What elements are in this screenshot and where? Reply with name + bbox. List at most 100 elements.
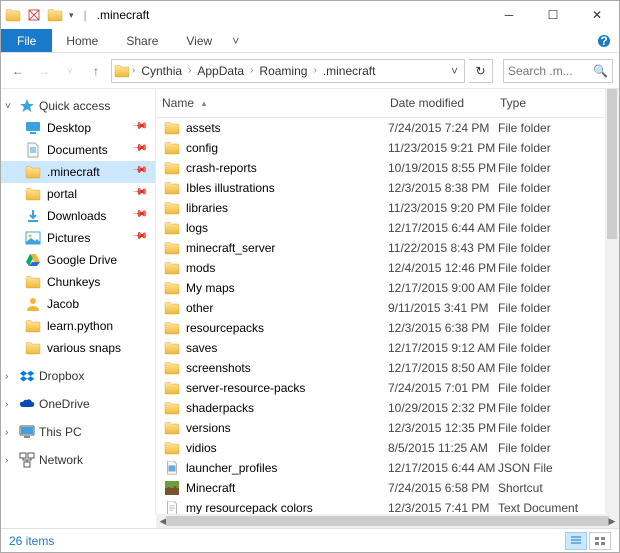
nav-item[interactable]: Chunkeys bbox=[1, 271, 155, 293]
breadcrumb-sep-icon[interactable]: › bbox=[250, 65, 253, 76]
nav-item[interactable]: Downloads📌 bbox=[1, 205, 155, 227]
nav-label: OneDrive bbox=[39, 397, 90, 411]
nav-section[interactable]: ›Dropbox bbox=[1, 365, 155, 387]
nav-item[interactable]: learn.python bbox=[1, 315, 155, 337]
file-row[interactable]: crash-reports10/19/2015 8:55 PMFile fold… bbox=[156, 158, 605, 178]
breadcrumb-item[interactable]: Cynthia bbox=[137, 62, 186, 80]
nav-section[interactable]: ›OneDrive bbox=[1, 393, 155, 415]
file-row[interactable]: assets7/24/2015 7:24 PMFile folder bbox=[156, 118, 605, 138]
file-date: 12/17/2015 9:00 AM bbox=[388, 281, 498, 295]
close-button[interactable]: ✕ bbox=[575, 1, 619, 29]
nav-item-label: learn.python bbox=[47, 319, 151, 333]
search-input[interactable] bbox=[508, 64, 593, 78]
file-type: File folder bbox=[498, 201, 551, 215]
tab-share[interactable]: Share bbox=[112, 29, 172, 52]
maximize-button[interactable]: ☐ bbox=[531, 1, 575, 29]
nav-item[interactable]: Documents📌 bbox=[1, 139, 155, 161]
pin-icon: 📌 bbox=[131, 206, 152, 227]
file-row[interactable]: mods12/4/2015 12:46 PMFile folder bbox=[156, 258, 605, 278]
scroll-right-icon[interactable]: ▶ bbox=[605, 514, 619, 528]
nav-quick-access[interactable]: ˅Quick access bbox=[1, 95, 155, 117]
file-date: 11/23/2015 9:21 PM bbox=[388, 141, 498, 155]
file-row[interactable]: logs12/17/2015 6:44 AMFile folder bbox=[156, 218, 605, 238]
breadcrumb-sep-icon[interactable]: › bbox=[132, 65, 135, 76]
refresh-button[interactable]: ↻ bbox=[469, 59, 493, 83]
column-type[interactable]: Type bbox=[494, 93, 605, 113]
file-row[interactable]: My maps12/17/2015 9:00 AMFile folder bbox=[156, 278, 605, 298]
view-details-button[interactable] bbox=[565, 532, 587, 550]
view-large-button[interactable] bbox=[589, 532, 611, 550]
column-name[interactable]: Name▲ bbox=[156, 93, 384, 113]
onedrive-icon bbox=[19, 396, 35, 412]
file-name: crash-reports bbox=[182, 161, 388, 175]
vertical-scrollbar[interactable] bbox=[605, 89, 619, 514]
file-row[interactable]: Ibles illustrations12/3/2015 8:38 PMFile… bbox=[156, 178, 605, 198]
nav-item-label: Google Drive bbox=[47, 253, 151, 267]
scrollbar-thumb[interactable] bbox=[166, 516, 609, 526]
file-row[interactable]: versions12/3/2015 12:35 PMFile folder bbox=[156, 418, 605, 438]
tab-file[interactable]: File bbox=[1, 29, 52, 52]
column-date[interactable]: Date modified bbox=[384, 93, 494, 113]
forward-button[interactable]: → bbox=[33, 60, 55, 82]
file-row[interactable]: vidios8/5/2015 11:25 AMFile folder bbox=[156, 438, 605, 458]
nav-item[interactable]: Pictures📌 bbox=[1, 227, 155, 249]
horizontal-scrollbar[interactable]: ◀ ▶ bbox=[156, 514, 619, 528]
file-row[interactable]: screenshots12/17/2015 8:50 AMFile folder bbox=[156, 358, 605, 378]
file-row[interactable]: server-resource-packs7/24/2015 7:01 PMFi… bbox=[156, 378, 605, 398]
nav-item[interactable]: Desktop📌 bbox=[1, 117, 155, 139]
file-row[interactable]: config11/23/2015 9:21 PMFile folder bbox=[156, 138, 605, 158]
file-row[interactable]: my resourcepack colors12/3/2015 7:41 PMT… bbox=[156, 498, 605, 514]
file-date: 12/17/2015 6:44 AM bbox=[388, 461, 498, 475]
file-date: 12/17/2015 6:44 AM bbox=[388, 221, 498, 235]
breadcrumb-item[interactable]: .minecraft bbox=[319, 62, 380, 80]
file-row[interactable]: resourcepacks12/3/2015 6:38 PMFile folde… bbox=[156, 318, 605, 338]
search-icon[interactable]: 🔍 bbox=[593, 64, 608, 78]
nav-item[interactable]: Google Drive bbox=[1, 249, 155, 271]
tab-home[interactable]: Home bbox=[52, 29, 112, 52]
nav-item[interactable]: .minecraft📌 bbox=[1, 161, 155, 183]
address-dropdown-icon[interactable]: ˅ bbox=[447, 64, 462, 78]
file-name: libraries bbox=[182, 201, 388, 215]
folder-icon bbox=[164, 160, 182, 176]
file-name: server-resource-packs bbox=[182, 381, 388, 395]
file-row[interactable]: libraries11/23/2015 9:20 PMFile folder bbox=[156, 198, 605, 218]
back-button[interactable]: ← bbox=[7, 60, 29, 82]
up-button[interactable]: ↑ bbox=[85, 60, 107, 82]
file-row[interactable]: other9/11/2015 3:41 PMFile folder bbox=[156, 298, 605, 318]
file-row[interactable]: saves12/17/2015 9:12 AMFile folder bbox=[156, 338, 605, 358]
file-row[interactable]: launcher_profiles12/17/2015 6:44 AMJSON … bbox=[156, 458, 605, 478]
nav-item-label: portal bbox=[47, 187, 127, 201]
ribbon-expand-icon[interactable]: ˅ bbox=[226, 29, 245, 52]
qat-icon[interactable] bbox=[27, 8, 41, 22]
file-date: 12/4/2015 12:46 PM bbox=[388, 261, 498, 275]
minimize-button[interactable]: ─ bbox=[487, 1, 531, 29]
nav-section[interactable]: ›Network bbox=[1, 449, 155, 471]
nav-item[interactable]: various snaps bbox=[1, 337, 155, 359]
file-row[interactable]: minecraft_server11/22/2015 8:43 PMFile f… bbox=[156, 238, 605, 258]
scrollbar-thumb[interactable] bbox=[607, 89, 617, 239]
breadcrumb-item[interactable]: AppData bbox=[193, 62, 248, 80]
nav-item[interactable]: portal📌 bbox=[1, 183, 155, 205]
nav-section[interactable]: ›This PC bbox=[1, 421, 155, 443]
file-name: assets bbox=[182, 121, 388, 135]
search-box[interactable]: 🔍 bbox=[503, 59, 613, 83]
breadcrumb-box[interactable]: › Cynthia › AppData › Roaming › .minecra… bbox=[111, 59, 465, 83]
file-name: launcher_profiles bbox=[182, 461, 388, 475]
breadcrumb-sep-icon[interactable]: › bbox=[313, 65, 316, 76]
desktop-icon bbox=[25, 120, 41, 136]
titlebar: ▾ | .minecraft ─ ☐ ✕ bbox=[1, 1, 619, 29]
tab-view[interactable]: View bbox=[172, 29, 226, 52]
breadcrumb-sep-icon[interactable]: › bbox=[188, 65, 191, 76]
recent-dropdown-icon[interactable]: ˅ bbox=[59, 60, 81, 82]
window-title: .minecraft bbox=[97, 8, 150, 22]
file-name: other bbox=[182, 301, 388, 315]
file-row[interactable]: Minecraft7/24/2015 6:58 PMShortcut bbox=[156, 478, 605, 498]
breadcrumb-item[interactable]: Roaming bbox=[255, 62, 311, 80]
help-icon[interactable]: ? bbox=[589, 29, 619, 52]
qat-dropdown-icon[interactable]: ▾ bbox=[69, 10, 74, 21]
nav-item[interactable]: Jacob bbox=[1, 293, 155, 315]
pin-icon: 📌 bbox=[131, 140, 152, 161]
file-type: JSON File bbox=[498, 461, 553, 475]
chevron-right-icon: › bbox=[5, 371, 15, 382]
file-row[interactable]: shaderpacks10/29/2015 2:32 PMFile folder bbox=[156, 398, 605, 418]
